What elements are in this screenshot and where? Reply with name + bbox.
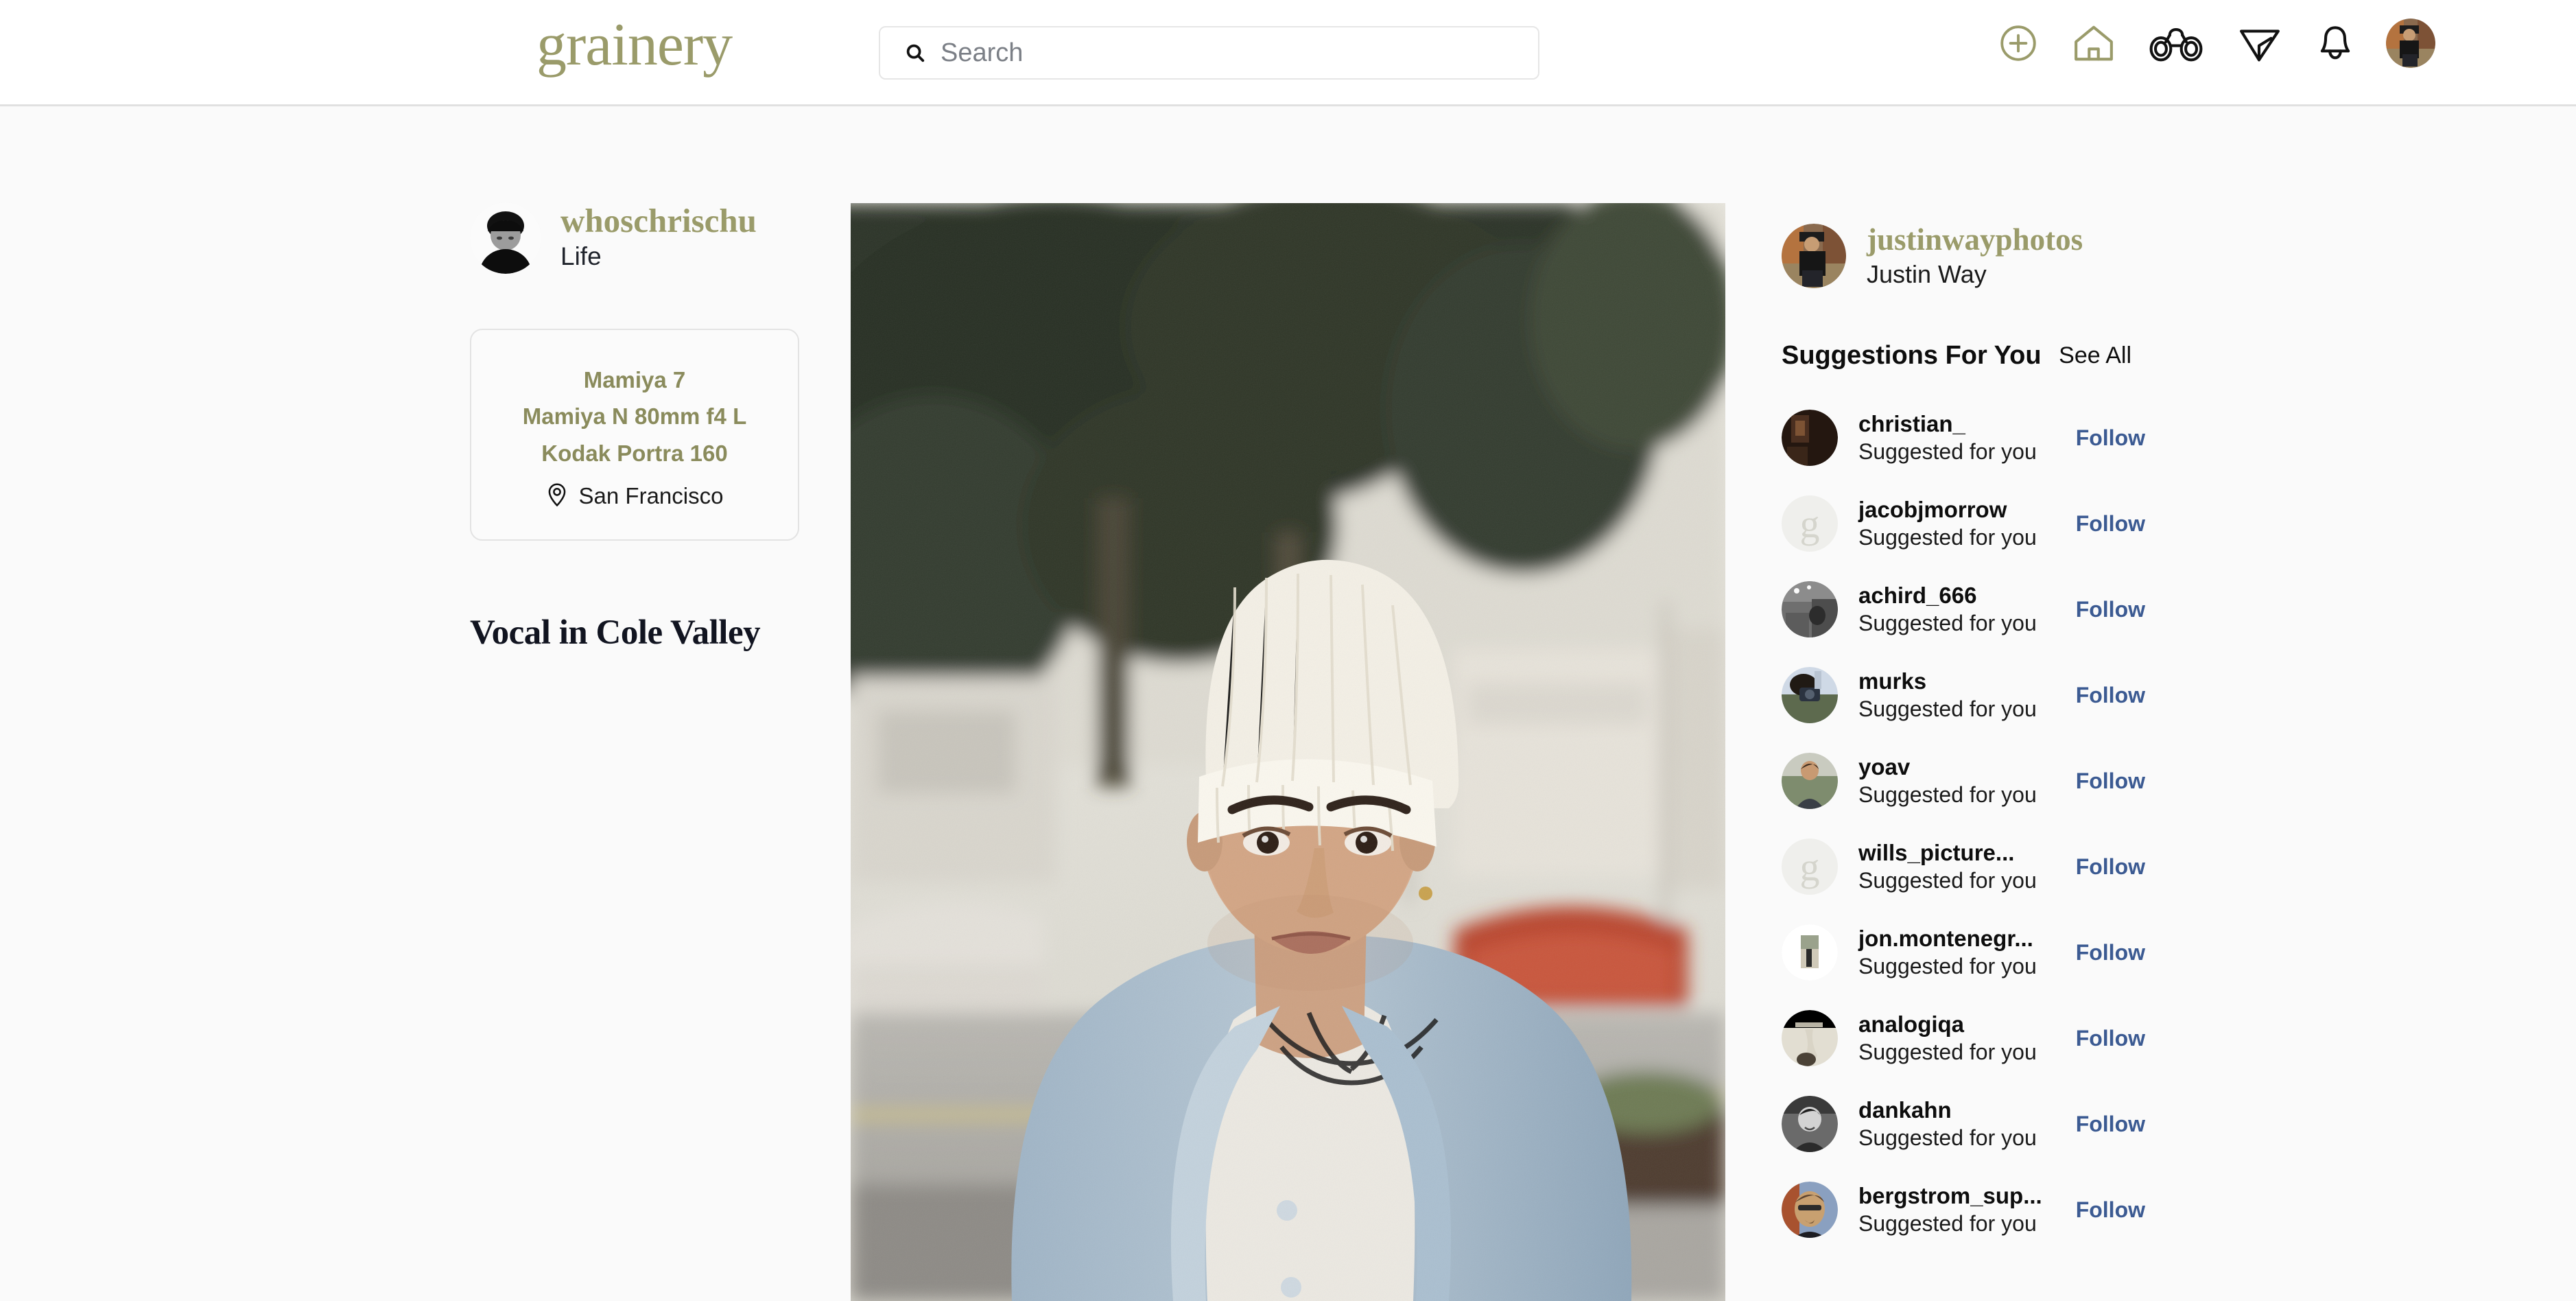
search-bar[interactable] [879, 26, 1539, 80]
list-item[interactable]: jon.montenegr... Suggested for you Follo… [1782, 910, 2145, 996]
placeholder-avatar-icon: g [1782, 839, 1838, 895]
film-stock: Kodak Portra 160 [541, 440, 728, 466]
photo-gear-card: Mamiya 7 Mamiya N 80mm f4 L Kodak Portra… [470, 329, 799, 541]
follow-button[interactable]: Follow [2076, 1197, 2145, 1223]
notifications-bell-icon[interactable] [2315, 22, 2355, 65]
current-user-row[interactable]: justinwayphotos Justin Way [1782, 222, 2166, 289]
list-item[interactable]: g jacobjmorrow Suggested for you Follow [1782, 481, 2145, 567]
follow-button[interactable]: Follow [2076, 940, 2145, 965]
post-info-column: whoschrischu Life Mamiya 7 Mamiya N 80mm… [470, 202, 799, 653]
suggestion-username[interactable]: achird_666 [1858, 581, 2076, 609]
location-row: San Francisco [485, 481, 784, 511]
post-author-username[interactable]: whoschrischu [560, 203, 757, 239]
post-title: Vocal in Cole Valley [470, 613, 761, 653]
follow-button[interactable]: Follow [2076, 683, 2145, 708]
list-item[interactable]: g wills_picture... Suggested for you Fol… [1782, 824, 2145, 910]
follow-button[interactable]: Follow [2076, 1112, 2145, 1137]
see-all-link[interactable]: See All [2059, 342, 2131, 369]
follow-button[interactable]: Follow [2076, 1026, 2145, 1051]
suggestion-username[interactable]: yoav [1858, 753, 2076, 781]
suggestion-username[interactable]: jacobjmorrow [1858, 495, 2076, 524]
avatar[interactable]: g [1782, 495, 1838, 552]
suggestion-subtitle: Suggested for you [1858, 953, 2037, 978]
avatar[interactable] [1782, 924, 1838, 981]
suggestion-username[interactable]: murks [1858, 667, 2076, 695]
follow-button[interactable]: Follow [2076, 425, 2145, 451]
follow-button[interactable]: Follow [2076, 597, 2145, 622]
suggestions-header: Suggestions For You See All [1782, 341, 2131, 371]
suggestion-username[interactable]: wills_picture... [1858, 839, 2076, 867]
avatar[interactable] [1782, 1182, 1838, 1238]
post-photo-image [851, 203, 1725, 1301]
suggestions-sidebar: justinwayphotos Justin Way Suggestions F… [1782, 222, 2166, 1253]
suggestion-subtitle: Suggested for you [1858, 782, 2037, 807]
avatar[interactable] [1782, 410, 1838, 466]
current-user-full-name: Justin Way [1867, 259, 1987, 288]
post-author[interactable]: whoschrischu Life [470, 202, 799, 274]
search-icon [905, 43, 925, 63]
suggestion-username[interactable]: analogiqa [1858, 1010, 2076, 1038]
search-input[interactable] [941, 38, 1489, 68]
direct-send-icon[interactable] [2235, 22, 2284, 65]
location-name: San Francisco [578, 482, 724, 508]
camera-body: Mamiya 7 [583, 367, 686, 392]
avatar[interactable] [470, 202, 541, 274]
avatar[interactable]: g [1782, 839, 1838, 895]
nav-icon-group [1997, 19, 2435, 68]
suggestion-subtitle: Suggested for you [1858, 1210, 2037, 1236]
page-content: whoschrischu Life Mamiya 7 Mamiya N 80mm… [0, 106, 2576, 1301]
post-photo[interactable] [851, 203, 1725, 1301]
suggestions-list: christian_ Suggested for you Follow g ja… [1782, 395, 2166, 1253]
suggestion-username[interactable]: bergstrom_sup... [1858, 1182, 2076, 1210]
list-item[interactable]: dankahn Suggested for you Follow [1782, 1081, 2145, 1167]
suggestion-subtitle: Suggested for you [1858, 438, 2037, 464]
suggestions-title: Suggestions For You [1782, 340, 2042, 370]
add-post-icon[interactable] [1997, 22, 2040, 65]
avatar[interactable] [1782, 753, 1838, 809]
app-logo[interactable]: grainery [536, 15, 733, 75]
placeholder-avatar-icon: g [1782, 495, 1838, 552]
suggestion-username[interactable]: christian_ [1858, 410, 2076, 438]
avatar[interactable] [1782, 667, 1838, 723]
list-item[interactable]: analogiqa Suggested for you Follow [1782, 996, 2145, 1081]
suggestion-subtitle: Suggested for you [1858, 867, 2037, 893]
suggestion-subtitle: Suggested for you [1858, 524, 2037, 550]
list-item[interactable]: bergstrom_sup... Suggested for you Follo… [1782, 1167, 2145, 1253]
avatar[interactable] [1782, 581, 1838, 637]
follow-button[interactable]: Follow [2076, 769, 2145, 794]
follow-button[interactable]: Follow [2076, 511, 2145, 537]
avatar[interactable] [1782, 223, 1846, 288]
current-user-username[interactable]: justinwayphotos [1867, 222, 2083, 257]
follow-button[interactable]: Follow [2076, 854, 2145, 880]
avatar[interactable] [1782, 1010, 1838, 1066]
suggestion-subtitle: Suggested for you [1858, 610, 2037, 635]
suggestion-subtitle: Suggested for you [1858, 1039, 2037, 1064]
post-author-display-name: Life [560, 242, 602, 270]
profile-avatar-icon[interactable] [2386, 19, 2435, 68]
list-item[interactable]: yoav Suggested for you Follow [1782, 738, 2145, 824]
avatar[interactable] [1782, 1096, 1838, 1152]
list-item[interactable]: murks Suggested for you Follow [1782, 653, 2145, 738]
top-navigation-bar: grainery [0, 0, 2576, 106]
explore-binoculars-icon[interactable] [2148, 22, 2204, 65]
location-pin-icon [546, 481, 568, 511]
suggestion-subtitle: Suggested for you [1858, 1125, 2037, 1150]
suggestion-username[interactable]: dankahn [1858, 1096, 2076, 1124]
list-item[interactable]: achird_666 Suggested for you Follow [1782, 567, 2145, 653]
suggestion-subtitle: Suggested for you [1858, 696, 2037, 721]
home-icon[interactable] [2070, 22, 2117, 65]
camera-lens: Mamiya N 80mm f4 L [522, 403, 747, 430]
list-item[interactable]: christian_ Suggested for you Follow [1782, 395, 2145, 481]
suggestion-username[interactable]: jon.montenegr... [1858, 924, 2076, 952]
